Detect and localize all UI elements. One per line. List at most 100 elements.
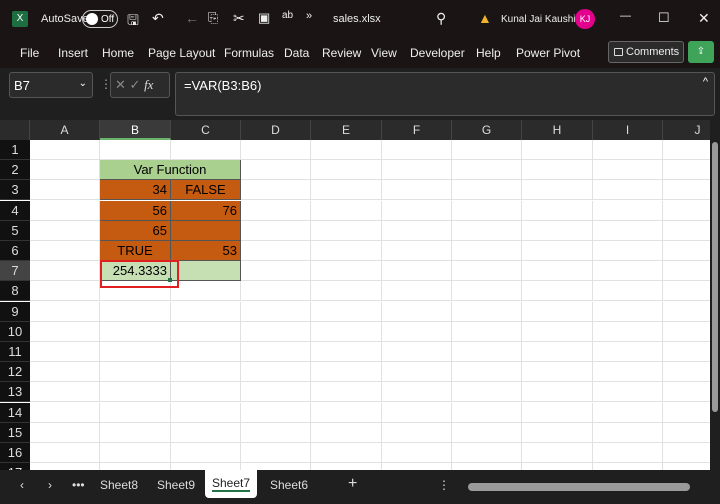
- cell[interactable]: [382, 220, 452, 241]
- cell[interactable]: [382, 342, 452, 362]
- cut-icon[interactable]: ✂: [233, 10, 245, 27]
- cell-c3[interactable]: FALSE: [171, 180, 241, 201]
- cell[interactable]: [30, 180, 100, 201]
- row-header-16[interactable]: 16: [0, 443, 30, 463]
- cell[interactable]: [311, 200, 382, 221]
- cell[interactable]: [382, 200, 452, 221]
- cell[interactable]: [311, 382, 382, 403]
- cell[interactable]: [241, 200, 311, 221]
- cell[interactable]: [241, 281, 311, 302]
- cell[interactable]: [30, 281, 100, 302]
- cell[interactable]: [663, 221, 710, 241]
- cell[interactable]: [30, 402, 100, 423]
- cell[interactable]: [30, 140, 100, 160]
- cell[interactable]: [100, 443, 171, 463]
- cell[interactable]: [311, 220, 382, 241]
- cell[interactable]: [452, 362, 522, 383]
- cell[interactable]: [241, 140, 311, 160]
- cell-b4[interactable]: 56: [100, 200, 171, 221]
- tab-page-layout[interactable]: Page Layout: [148, 46, 215, 60]
- cell[interactable]: [311, 321, 382, 342]
- cell[interactable]: [663, 382, 710, 403]
- cell[interactable]: [241, 443, 311, 463]
- cell[interactable]: [241, 160, 311, 181]
- cell[interactable]: [593, 220, 663, 241]
- row-header-5[interactable]: 5: [0, 220, 30, 241]
- cell[interactable]: [171, 402, 241, 423]
- column-header-b[interactable]: B: [100, 120, 171, 140]
- cell[interactable]: [241, 342, 311, 362]
- name-box[interactable]: B7 ⌄: [9, 72, 93, 98]
- cell[interactable]: [452, 180, 522, 201]
- sheet-tab-sheet7[interactable]: Sheet7: [205, 470, 257, 498]
- cell[interactable]: [452, 220, 522, 241]
- tab-data[interactable]: Data: [284, 46, 309, 60]
- cell[interactable]: [663, 180, 710, 201]
- maximize-icon[interactable]: ☐: [658, 10, 670, 26]
- cell[interactable]: [30, 301, 100, 322]
- cell[interactable]: [452, 422, 522, 443]
- save-icon[interactable]: 🖫: [127, 10, 139, 34]
- cell[interactable]: [241, 382, 311, 403]
- cell[interactable]: [663, 302, 710, 322]
- cell[interactable]: [663, 443, 710, 463]
- cell[interactable]: [382, 261, 452, 282]
- paste-icon[interactable]: ⎘: [208, 10, 218, 26]
- cell-c6[interactable]: 53: [171, 241, 241, 261]
- cell[interactable]: [382, 241, 452, 261]
- column-header-h[interactable]: H: [522, 120, 593, 140]
- tab-home[interactable]: Home: [102, 46, 134, 60]
- row-header-8[interactable]: 8: [0, 281, 30, 302]
- row-header-15[interactable]: 15: [0, 422, 30, 443]
- cell[interactable]: [382, 160, 452, 181]
- cell[interactable]: [311, 301, 382, 322]
- row-header-4[interactable]: 4: [0, 200, 30, 221]
- horizontal-scrollbar[interactable]: [458, 482, 708, 492]
- cell[interactable]: [30, 362, 100, 383]
- cell[interactable]: [382, 301, 452, 322]
- cell[interactable]: [522, 463, 593, 470]
- collapse-icon[interactable]: ^: [703, 76, 708, 88]
- cell[interactable]: [452, 301, 522, 322]
- more-sheets-icon[interactable]: •••: [72, 478, 85, 492]
- cell[interactable]: [522, 382, 593, 403]
- cell[interactable]: [382, 281, 452, 302]
- cell[interactable]: [593, 160, 663, 181]
- cell[interactable]: [311, 140, 382, 160]
- cell[interactable]: [593, 241, 663, 261]
- cell[interactable]: [241, 241, 311, 261]
- cell[interactable]: [663, 403, 710, 423]
- cell-c7[interactable]: [171, 261, 241, 282]
- cell[interactable]: [452, 160, 522, 181]
- cell[interactable]: [382, 362, 452, 383]
- row-header-3[interactable]: 3: [0, 180, 30, 201]
- back-icon[interactable]: ←: [185, 10, 199, 26]
- cell[interactable]: [663, 342, 710, 362]
- cell[interactable]: [241, 402, 311, 423]
- cell[interactable]: [311, 443, 382, 463]
- column-header-g[interactable]: G: [452, 120, 522, 140]
- cell[interactable]: [311, 180, 382, 201]
- cell[interactable]: [522, 200, 593, 221]
- fill-handle[interactable]: [168, 278, 172, 283]
- cell[interactable]: [171, 422, 241, 443]
- cell[interactable]: [522, 301, 593, 322]
- cell[interactable]: [171, 140, 241, 160]
- cell[interactable]: [311, 422, 382, 443]
- cell[interactable]: [311, 362, 382, 383]
- row-header-13[interactable]: 13: [0, 382, 30, 403]
- cell[interactable]: [311, 402, 382, 423]
- header-cell-b2[interactable]: Var Function: [100, 160, 241, 181]
- cell[interactable]: [171, 362, 241, 383]
- cell[interactable]: [100, 342, 171, 362]
- cell[interactable]: [593, 443, 663, 463]
- tab-split-handle[interactable]: ⋮: [438, 478, 450, 492]
- cell[interactable]: [311, 241, 382, 261]
- cell[interactable]: [522, 362, 593, 383]
- cell[interactable]: [241, 463, 311, 470]
- cell[interactable]: [593, 301, 663, 322]
- row-header-12[interactable]: 12: [0, 362, 30, 383]
- cell[interactable]: [593, 261, 663, 282]
- cell[interactable]: [30, 463, 100, 470]
- cell[interactable]: [452, 140, 522, 160]
